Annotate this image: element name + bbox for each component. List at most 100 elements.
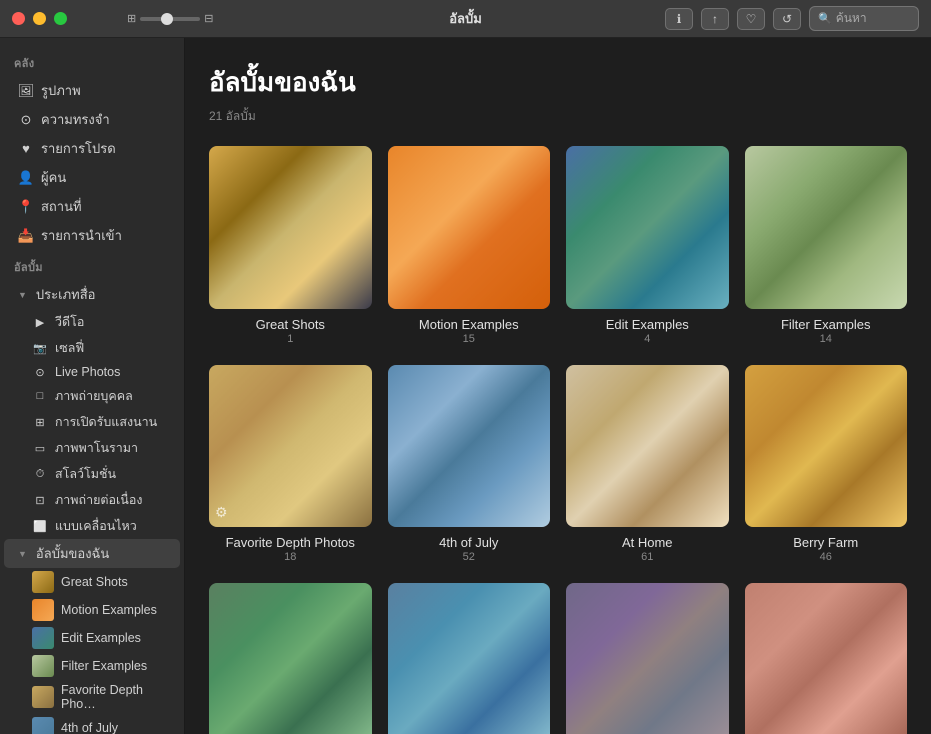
album-item-july[interactable]: 4th of July 52 (388, 365, 551, 564)
album-item-motion[interactable]: Motion Examples 15 (388, 146, 551, 345)
july-thumb (32, 717, 54, 734)
sidebar-item-burst[interactable]: ⊞ การเปิดรับแสงนาน (4, 409, 180, 435)
sidebar-item-edit[interactable]: Edit Examples (4, 624, 180, 652)
sidebar-item-live[interactable]: ⊙ Live Photos (4, 361, 180, 383)
sidebar-item-depth[interactable]: Favorite Depth Pho… (4, 680, 180, 714)
photos-icon: 🖼 (18, 83, 34, 99)
sidebar-item-slowmo[interactable]: ⏱ สโลว์โมชั่น (4, 461, 180, 487)
edit-thumb (32, 627, 54, 649)
album-name: At Home (566, 535, 729, 550)
album-item-depth[interactable]: ⚙ Favorite Depth Photos 18 (209, 365, 372, 564)
heart-button[interactable]: ♡ (737, 8, 765, 30)
album-name: Favorite Depth Photos (209, 535, 372, 550)
album-item-filter[interactable]: Filter Examples 14 (745, 146, 908, 345)
sidebar-item-media-types[interactable]: ▼ ประเภทสื่อ (4, 280, 180, 309)
album-thumb-motion (388, 146, 551, 309)
album-grid: Great Shots 1 Motion Examples 15 Edit Ex… (209, 146, 907, 734)
search-placeholder: ค้นหา (836, 9, 867, 28)
album-count: 61 (566, 551, 729, 563)
people-icon: 👤 (18, 170, 34, 186)
album-item-great[interactable]: Great Shots 1 (209, 146, 372, 345)
album-item-row3b[interactable] (388, 583, 551, 734)
album-name: Edit Examples (566, 317, 729, 332)
minimize-button[interactable] (33, 12, 46, 25)
sidebar-section-recents: คลัง (0, 46, 184, 76)
sidebar-item-videos[interactable]: ▶ วีดีโอ (4, 309, 180, 335)
album-count: 4 (566, 333, 729, 345)
collapse-arrow-icon: ▼ (18, 290, 27, 300)
motion-thumb (32, 599, 54, 621)
sidebar-item-label: Edit Examples (61, 631, 141, 645)
sidebar-item-label: 4th of July (61, 721, 118, 734)
sidebar: คลัง 🖼 รูปภาพ ⊙ ความทรงจำ ♥ รายการโปรด 👤… (0, 38, 185, 734)
toolbar-slider: ⊞ ⊟ (127, 12, 213, 25)
search-icon: 🔍 (818, 12, 832, 25)
sidebar-item-timelapse[interactable]: ⊡ ภาพถ่ายต่อเนื่อง (4, 487, 180, 513)
sidebar-item-my-albums[interactable]: ▼ อัลบั้มของฉัน (4, 539, 180, 568)
sidebar-item-filter[interactable]: Filter Examples (4, 652, 180, 680)
sidebar-section-albums-label: อัลบั้ม (0, 250, 184, 280)
sidebar-item-label: Favorite Depth Pho… (61, 683, 166, 711)
sidebar-item-motion[interactable]: Motion Examples (4, 596, 180, 624)
sidebar-item-places[interactable]: 📍 สถานที่ (4, 192, 180, 221)
depth-thumb (32, 686, 54, 708)
sidebar-item-photos[interactable]: 🖼 รูปภาพ (4, 76, 180, 105)
album-item-home[interactable]: At Home 61 (566, 365, 729, 564)
gear-overlay-icon: ⚙ (215, 504, 228, 521)
sidebar-item-label: Live Photos (55, 365, 120, 379)
sidebar-item-label: สโลว์โมชั่น (55, 464, 116, 484)
sidebar-item-label: สถานที่ (41, 196, 82, 217)
album-name: 4th of July (388, 535, 551, 550)
sidebar-item-label: Filter Examples (61, 659, 147, 673)
sidebar-item-imports[interactable]: 📥 รายการนำเข้า (4, 221, 180, 250)
info-button[interactable]: ℹ (665, 8, 693, 30)
album-count: 46 (745, 551, 908, 563)
favorites-icon: ♥ (18, 141, 34, 157)
album-thumb-row3a (209, 583, 372, 734)
close-button[interactable] (12, 12, 25, 25)
sidebar-item-panorama[interactable]: ▭ ภาพพาโนรามา (4, 435, 180, 461)
album-item-edit[interactable]: Edit Examples 4 (566, 146, 729, 345)
sidebar-my-albums-label: อัลบั้มของฉัน (36, 543, 109, 564)
rotate-button[interactable]: ↺ (773, 8, 801, 30)
album-thumb-filter (745, 146, 908, 309)
videos-icon: ▶ (32, 314, 48, 330)
zoom-slider[interactable] (140, 17, 200, 21)
window-title: อัลบั้ม (449, 8, 482, 29)
album-item-row3c[interactable] (566, 583, 729, 734)
album-item-berry[interactable]: Berry Farm 46 (745, 365, 908, 564)
maximize-button[interactable] (54, 12, 67, 25)
sidebar-item-animated[interactable]: ⬜ แบบเคลื่อนไหว (4, 513, 180, 539)
animated-icon: ⬜ (32, 518, 48, 534)
sidebar-item-portrait[interactable]: □ ภาพถ่ายบุคคล (4, 383, 180, 409)
page-title: อัลบั้มของฉัน (209, 62, 907, 103)
album-count: 14 (745, 333, 908, 345)
search-box[interactable]: 🔍 ค้นหา (809, 6, 919, 31)
sidebar-item-label: รายการโปรด (41, 138, 116, 159)
sidebar-item-people[interactable]: 👤 ผู้คน (4, 163, 180, 192)
sidebar-item-label: ภาพถ่ายบุคคล (55, 386, 133, 406)
album-count: 15 (388, 333, 551, 345)
album-thumb-edit (566, 146, 729, 309)
sidebar-item-label: วีดีโอ (55, 312, 84, 332)
selfies-icon: 📷 (32, 340, 48, 356)
burst-icon: ⊞ (32, 414, 48, 430)
filter-thumb (32, 655, 54, 677)
sidebar-item-great[interactable]: Great Shots (4, 568, 180, 596)
sidebar-item-label: รายการนำเข้า (41, 225, 122, 246)
sidebar-item-selfies[interactable]: 📷 เซลฟี่ (4, 335, 180, 361)
album-count-label: 21 อัลบั้ม (209, 107, 907, 126)
share-button[interactable]: ↑ (701, 8, 729, 30)
sidebar-media-types-label: ประเภทสื่อ (36, 284, 96, 305)
memories-icon: ⊙ (18, 112, 34, 128)
sidebar-item-favorites[interactable]: ♥ รายการโปรด (4, 134, 180, 163)
sidebar-item-label: ภาพถ่ายต่อเนื่อง (55, 490, 142, 510)
album-item-row3a[interactable] (209, 583, 372, 734)
panorama-icon: ▭ (32, 440, 48, 456)
album-item-row3d[interactable] (745, 583, 908, 734)
sidebar-item-july[interactable]: 4th of July (4, 714, 180, 734)
album-thumb-july (388, 365, 551, 528)
titlebar: ⊞ ⊟ อัลบั้ม ℹ ↑ ♡ ↺ 🔍 ค้นหา (0, 0, 931, 38)
sidebar-item-memories[interactable]: ⊙ ความทรงจำ (4, 105, 180, 134)
album-thumb-berry (745, 365, 908, 528)
